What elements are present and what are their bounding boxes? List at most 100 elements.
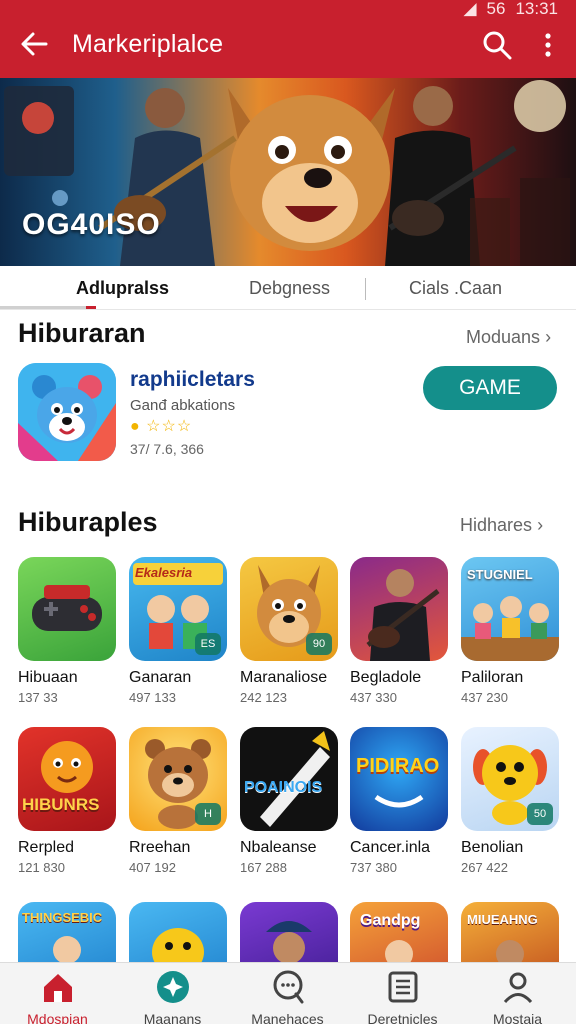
section-link-hidhares[interactable]: Hidhares › — [460, 515, 543, 536]
app-count: 121 830 — [18, 860, 65, 875]
hero-banner[interactable]: OG40ISO — [0, 78, 576, 266]
featured-app-name[interactable]: raphiicletars — [130, 368, 255, 392]
page-title: Markeriplalce — [72, 30, 224, 58]
tab-cials-caan[interactable]: Cials .Caan — [409, 278, 502, 299]
app-count: 737 380 — [350, 860, 397, 875]
list-icon — [388, 971, 418, 1003]
featured-app-count: 37/ 7.6, 366 — [130, 441, 204, 457]
bear-mascot-icon — [18, 363, 116, 461]
icon-caption: Gandpg — [360, 912, 421, 929]
app-count: 137 33 — [18, 690, 58, 705]
app-name: Ganaran — [129, 669, 192, 686]
nav-label: Mdospian — [27, 1011, 88, 1024]
tab-bar: Adlupralss Debgness Cials .Caan — [0, 266, 576, 310]
nav-label: Deretnicles — [367, 1011, 438, 1024]
nav-item-profile[interactable]: Mostaia — [460, 963, 575, 1024]
bear-icon: H — [129, 727, 227, 831]
nav-label: Manehaces — [251, 1011, 324, 1024]
icon-caption: PIDIRAO — [356, 755, 440, 777]
chat-search-icon — [273, 970, 304, 1004]
app-name: Cancer.inla — [350, 839, 431, 856]
app-tile[interactable]: PIDIRAO Cancer.inla 737 380 — [350, 727, 450, 877]
icon-caption: POAINOIS — [244, 779, 323, 796]
nav-item-explore[interactable]: Maanans — [115, 963, 230, 1024]
app-name: Rerpled — [18, 839, 75, 856]
icon-caption: Ekalesria — [135, 565, 193, 580]
app-tile[interactable]: HIBUNRS Rerpled 121 830 — [18, 727, 118, 877]
more-vert-icon[interactable] — [536, 28, 560, 62]
section-link-label: Moduans — [466, 327, 541, 347]
icon-caption: HIBUNRS — [22, 795, 100, 814]
app-count: 407 192 — [129, 860, 176, 875]
icon-caption: THINGSEBIC — [22, 910, 103, 925]
app-badge: H — [195, 803, 221, 825]
section-link-moduans[interactable]: Moduans › — [466, 327, 551, 348]
rating-stars-text: ☆☆☆ — [146, 418, 193, 435]
status-bar: ◢ 56 13:31 — [463, 0, 558, 18]
back-arrow-icon[interactable] — [16, 26, 52, 62]
signal-label: 56 — [486, 0, 506, 18]
app-name: Nbaleanse — [240, 839, 317, 856]
tab-divider — [365, 278, 366, 300]
icon-caption: MIUEAHNG — [467, 912, 538, 927]
app-count: 267 422 — [461, 860, 508, 875]
chevron-right-icon: › — [545, 327, 552, 347]
nav-item-list[interactable]: Deretnicles — [345, 963, 460, 1024]
nav-label: Maanans — [143, 1011, 202, 1024]
rating-stars: ● ☆☆☆ — [130, 416, 192, 436]
kangaroo-icon: 90 — [240, 557, 338, 661]
app-count: 167 288 — [240, 860, 287, 875]
app-tile[interactable]: POAINOIS Nbaleanse 167 288 — [240, 727, 340, 877]
app-count: 242 123 — [240, 690, 287, 705]
game-button[interactable]: GAME — [423, 366, 557, 410]
app-badge: 90 — [306, 633, 332, 655]
app-count: 437 230 — [461, 690, 508, 705]
app-badge: 50 — [527, 803, 553, 825]
home-icon — [44, 974, 72, 1002]
featured-app-icon[interactable] — [18, 363, 116, 461]
icon-caption: STUGNIEL — [467, 567, 533, 582]
app-name: Begladole — [350, 669, 422, 686]
section-title-hiburaran: Hiburaran — [18, 318, 146, 348]
app-name: Hibuaan — [18, 669, 78, 686]
app-tile[interactable]: Begladole 437 330 — [350, 557, 450, 707]
app-tile[interactable]: H Rreehan 407 192 — [129, 727, 229, 877]
app-name: Maranaliose — [240, 669, 328, 686]
featured-app-subtitle: Ganđ abkations — [130, 397, 236, 414]
section-title-hiburaples: Hiburaples — [18, 507, 158, 537]
chalk-icon: POAINOIS — [240, 727, 338, 831]
app-count: 497 133 — [129, 690, 176, 705]
tab-indicator — [0, 306, 96, 309]
pidirao-icon: PIDIRAO — [350, 727, 448, 831]
app-tile[interactable]: Ekalesria ES Ganaran 497 133 — [129, 557, 229, 707]
app-name: Rreehan — [129, 839, 191, 856]
bottom-navigation: Mdospian Maanans Manehaces Deretnicles M… — [0, 962, 576, 1024]
app-count: 437 330 — [350, 690, 397, 705]
app-name: Paliloran — [461, 669, 524, 686]
nav-item-chat[interactable]: Manehaces — [230, 963, 345, 1024]
app-bar: ◢ 56 13:31 Markeriplalce — [0, 0, 576, 78]
compass-icon — [157, 971, 189, 1003]
section-link-label: Hidhares — [460, 515, 533, 535]
puppy-icon: 50 — [461, 727, 559, 831]
guitarist-icon — [350, 557, 448, 661]
lion-cub-icon: HIBUNRS — [18, 727, 116, 831]
app-tile[interactable]: Hibuaan 137 33 — [18, 557, 118, 707]
app-badge: ES — [195, 633, 221, 655]
profile-icon — [503, 972, 533, 1004]
nav-item-home[interactable]: Mdospian — [0, 963, 115, 1024]
coin-icon: ● — [130, 418, 141, 435]
app-tile[interactable]: 90 Maranaliose 242 123 — [240, 557, 340, 707]
status-time: 13:31 — [515, 0, 558, 18]
app-tile[interactable]: STUGNIEL Paliloran 437 230 — [461, 557, 561, 707]
tab-debgness[interactable]: Debgness — [249, 278, 330, 299]
app-tile[interactable]: 50 Benolian 267 422 — [461, 727, 561, 877]
chevron-right-icon: › — [537, 515, 544, 535]
search-icon[interactable] — [480, 28, 514, 62]
tab-adlupralss[interactable]: Adlupralss — [76, 278, 169, 299]
banner-title: OG40ISO — [22, 208, 161, 241]
signal-icon: ◢ — [463, 0, 477, 18]
app-name: Benolian — [461, 839, 524, 856]
nav-label: Mostaia — [492, 1011, 543, 1024]
gamepad-icon — [18, 557, 116, 661]
